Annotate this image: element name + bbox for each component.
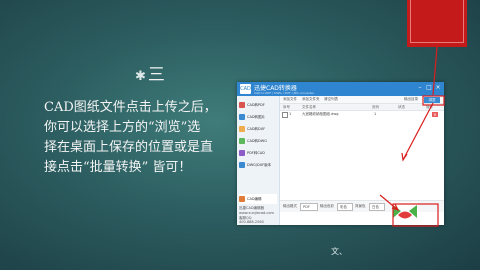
sidebar-item-label: DWG/DXF版本 <box>247 162 272 167</box>
footer-mark-suffix: 、 <box>339 247 347 256</box>
version-icon <box>239 162 245 168</box>
output-format-select[interactable]: PDF <box>300 203 318 211</box>
sidebar-item-label: CAD转DWG <box>247 138 267 143</box>
sidebar-item-pdf-to-cad[interactable]: PDF转CAD <box>239 148 277 158</box>
slide-paragraph: CAD图纸文件点击上传之后， 你可以选择上方的“浏览”选 择在桌面上保存的位置或… <box>44 98 232 178</box>
sidebar-item-label: PDF转CAD <box>247 150 265 155</box>
column-header: 页码 <box>372 105 379 109</box>
browse-button[interactable]: 浏览 <box>424 97 440 103</box>
image-icon <box>239 114 245 120</box>
row-filename: 九宫格收纳柜图纸.dwg <box>302 112 339 116</box>
sidebar-item-label: CAD转图片 <box>247 114 266 119</box>
row-pages: 1 <box>374 112 377 116</box>
convert-icon <box>393 205 417 219</box>
dwg-icon <box>239 138 245 144</box>
sidebar-item-label: CAD转PDF <box>247 102 265 107</box>
corner-red-tab <box>407 0 467 47</box>
app-titlebar: CAD 迅捷CAD转换器 CAD to PDF / DWG / DXF / JP… <box>237 82 444 96</box>
output-settings-bar: 输出格式 PDF 输出色彩 彩色 背景色 白色 <box>280 200 444 212</box>
app-subtitle: CAD to PDF / DWG / DXF / JPG converter <box>254 91 315 95</box>
dxf-icon <box>239 126 245 132</box>
row-checkbox[interactable] <box>282 112 288 118</box>
output-format-label: 输出格式 <box>283 204 297 208</box>
paragraph-line: 你可以选择上方的“浏览”选 <box>44 120 201 135</box>
sidebar-item-cad-to-image[interactable]: CAD转图片 <box>239 112 277 122</box>
edit-icon <box>239 196 245 202</box>
add-folder-button[interactable]: 添加文件夹 <box>302 97 320 102</box>
slide-footer-mark: 文、 <box>331 244 347 257</box>
cad-converter-window: CAD 迅捷CAD转换器 CAD to PDF / DWG / DXF / JP… <box>237 82 444 225</box>
add-file-button[interactable]: 添加文件 <box>283 97 297 102</box>
title-text: 三 <box>147 65 166 85</box>
delete-row-icon[interactable]: ✕ <box>432 112 438 117</box>
slide-title: ✱三 <box>135 60 166 85</box>
sidebar-item-cad-to-pdf[interactable]: CAD转PDF <box>239 100 277 110</box>
clear-list-button[interactable]: 清空列表 <box>324 97 338 102</box>
minimize-icon[interactable]: – <box>417 85 423 91</box>
output-color-value: 彩色 <box>340 205 347 209</box>
table-row[interactable]: 1 九宫格收纳柜图纸.dwg 1 ✕ <box>280 111 444 118</box>
output-color-select[interactable]: 彩色 <box>337 203 353 211</box>
sidebar-item-label: CAD转DXF <box>247 126 266 131</box>
column-header: 文件名称 <box>302 105 316 109</box>
background-label: 背景色 <box>355 204 366 208</box>
column-header: 状态 <box>398 105 405 109</box>
window-controls: – □ × <box>417 85 441 91</box>
output-color-label: 输出色彩 <box>320 204 334 208</box>
pdf-to-cad-icon <box>239 150 245 156</box>
background-select[interactable]: 白色 <box>369 203 385 211</box>
sidebar-website[interactable]: www.xunjiecad.com <box>239 211 277 215</box>
column-header: 序号 <box>283 105 290 109</box>
sidebar-item-cad-to-dwg[interactable]: CAD转DWG <box>239 136 277 146</box>
footer-mark-glyph: 文 <box>331 247 339 256</box>
sidebar-item-label: CAD编辑 <box>247 196 262 201</box>
maximize-icon[interactable]: □ <box>426 85 432 91</box>
file-table-header: 序号 文件名称 页码 状态 操作 <box>280 104 444 111</box>
output-dir-label: 输出目录 <box>404 97 418 101</box>
close-icon[interactable]: × <box>435 85 441 91</box>
file-toolbar: 添加文件 添加文件夹 清空列表 输出目录 <box>280 96 444 104</box>
paragraph-line: 接点击“批量转换” 皆可！ <box>44 160 192 175</box>
background-value: 白色 <box>372 205 379 209</box>
sidebar-phone: 400-888-2560 <box>239 220 264 224</box>
app-sidebar: CAD转PDF CAD转图片 CAD转DXF CAD转DWG PDF转CAD D… <box>237 96 280 225</box>
sidebar-item-version[interactable]: DWG/DXF版本 <box>239 160 277 170</box>
batch-convert-button[interactable] <box>392 202 418 223</box>
column-header: 操作 <box>426 105 433 109</box>
sidebar-item-cad-to-dxf[interactable]: CAD转DXF <box>239 124 277 134</box>
paragraph-line: 择在桌面上保存的位置或是直 <box>44 140 214 155</box>
row-index: 1 <box>289 112 292 116</box>
app-logo-icon: CAD <box>240 84 251 94</box>
sidebar-item-cad-edit[interactable]: CAD编辑 <box>239 194 277 204</box>
title-star-icon: ✱ <box>135 69 147 84</box>
pdf-icon <box>239 102 245 108</box>
output-format-value: PDF <box>303 205 310 209</box>
slide-canvas: ✱三 CAD图纸文件点击上传之后， 你可以选择上方的“浏览”选 择在桌面上保存的… <box>0 0 480 270</box>
paragraph-line: CAD图纸文件点击上传之后， <box>44 100 217 115</box>
